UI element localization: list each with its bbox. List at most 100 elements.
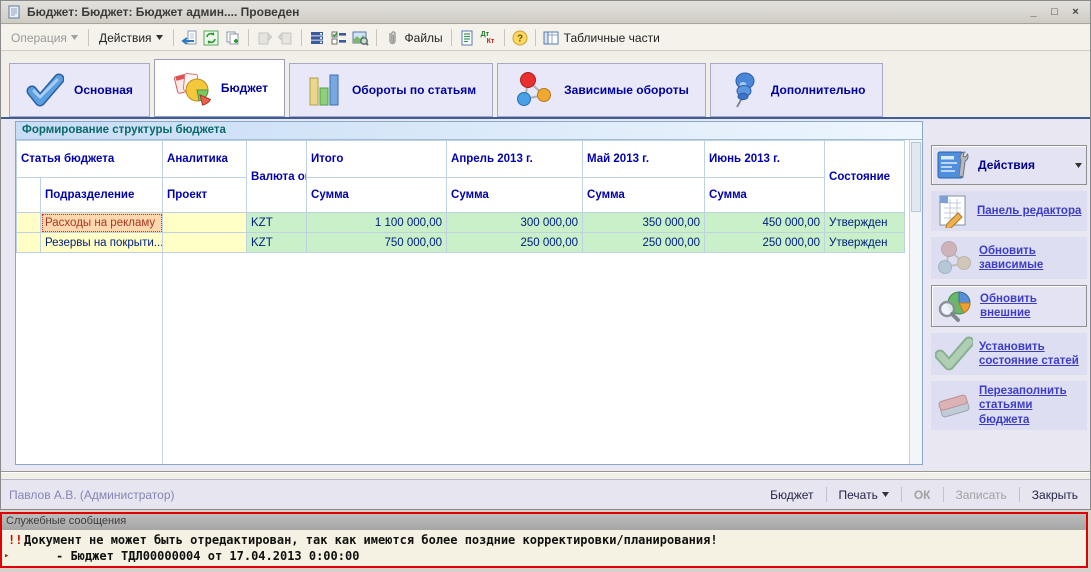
close-form-button[interactable]: Закрыть	[1028, 486, 1082, 504]
message-line[interactable]: ▸ - Бюджет ТДЛ00000004 от 17.04.2013 0:0…	[2, 548, 1086, 564]
paperclip-icon[interactable]	[381, 28, 403, 48]
copy-add-icon[interactable]	[222, 28, 244, 48]
error-marker-icon: !!	[2, 532, 24, 548]
tabular-parts-button[interactable]: Табличные части	[564, 31, 660, 45]
refresh-icon[interactable]	[200, 28, 222, 48]
table-row[interactable]: Резервы на покрыти... KZT 750 000,00 250…	[17, 233, 905, 253]
dt-kt-icon[interactable]: ДтКт	[478, 28, 500, 48]
article-cell[interactable]: Расходы на рекламу	[41, 213, 163, 233]
refresh-external-button[interactable]: Обновить внешние	[931, 285, 1087, 327]
row-expander-cell[interactable]	[17, 213, 41, 233]
document-journal-icon[interactable]	[456, 28, 478, 48]
window-title: Бюджет: Бюджет: Бюджет админ.... Проведе…	[27, 5, 1019, 19]
dropdown-arrow-icon	[1075, 163, 1082, 168]
state-cell[interactable]: Утвержден	[825, 213, 905, 233]
scrollbar-thumb[interactable]	[911, 142, 921, 212]
vertical-scrollbar[interactable]	[909, 140, 922, 464]
column-guide-line	[162, 252, 163, 464]
toolbar: Операция Действия	[1, 25, 1090, 51]
refresh-dependent-button[interactable]: Обновить зависимые	[931, 237, 1087, 279]
reread-icon[interactable]	[178, 28, 200, 48]
actions-icon	[936, 149, 972, 181]
titlebar: Бюджет: Бюджет: Бюджет админ.... Проведе…	[1, 1, 1090, 24]
document-window: Бюджет: Бюджет: Бюджет админ.... Проведе…	[0, 0, 1091, 510]
column-header-department: Подразделение	[41, 178, 163, 213]
files-button[interactable]: Файлы	[405, 31, 443, 45]
actions-button[interactable]: Действия	[931, 145, 1087, 185]
may-cell[interactable]: 350 000,00	[583, 213, 705, 233]
svg-text:?: ?	[517, 33, 523, 44]
separator	[943, 487, 944, 502]
may-cell[interactable]: 250 000,00	[583, 233, 705, 253]
separator	[504, 29, 505, 46]
april-cell[interactable]: 250 000,00	[447, 233, 583, 253]
print-button[interactable]: Печать	[835, 486, 893, 504]
project-cell[interactable]	[163, 233, 247, 253]
article-cell[interactable]: Резервы на покрыти...	[41, 233, 163, 253]
budget-tab-content: Формирование структуры бюджета Статья бю…	[1, 119, 1090, 471]
tabular-parts-icon[interactable]	[540, 28, 562, 48]
column-header-article: Статья бюджета	[17, 141, 163, 178]
column-header-june: Июнь 2013 г.	[705, 141, 825, 178]
unpost-document-icon	[275, 28, 297, 48]
dropdown-arrow-icon	[882, 492, 889, 497]
state-cell[interactable]: Утвержден	[825, 233, 905, 253]
june-cell[interactable]: 250 000,00	[705, 233, 825, 253]
budget-table-panel: Формирование структуры бюджета Статья бю…	[15, 121, 923, 465]
minimize-button[interactable]: _	[1025, 5, 1042, 20]
preview-icon[interactable]	[350, 28, 372, 48]
set-state-button[interactable]: Установить состояние статей	[931, 333, 1087, 375]
separator	[301, 29, 302, 46]
column-header-may: Май 2013 г.	[583, 141, 705, 178]
maximize-button[interactable]: □	[1046, 5, 1063, 20]
total-cell[interactable]: 750 000,00	[307, 233, 447, 253]
april-cell[interactable]: 300 000,00	[447, 213, 583, 233]
molecule-icon	[514, 72, 554, 108]
save-button: Записать	[952, 486, 1011, 504]
currency-cell[interactable]: KZT	[247, 213, 307, 233]
separator	[451, 29, 452, 46]
tab-osnovnaya[interactable]: Основная	[9, 63, 150, 117]
tab-zavisimye-oboroty[interactable]: Зависимые обороты	[497, 63, 706, 117]
separator	[173, 29, 174, 46]
dropdown-arrow-icon	[71, 35, 78, 40]
separator	[1019, 487, 1020, 502]
project-cell[interactable]	[163, 213, 247, 233]
row-expander-cell[interactable]	[17, 233, 41, 253]
column-settings-icon[interactable]	[328, 28, 350, 48]
currency-cell[interactable]: KZT	[247, 233, 307, 253]
refill-button[interactable]: Перезаполнить статьями бюджета	[931, 381, 1087, 430]
group-header: Формирование структуры бюджета	[16, 122, 922, 140]
june-cell[interactable]: 450 000,00	[705, 213, 825, 233]
refresh-dependent-icon	[935, 240, 973, 276]
tab-oboroty-po-statyam[interactable]: Обороты по статьям	[289, 63, 493, 117]
help-icon[interactable]: ?	[509, 28, 531, 48]
column-header-project: Проект	[163, 178, 247, 213]
column-header-april: Апрель 2013 г.	[447, 141, 583, 178]
tab-budget[interactable]: Бюджет	[154, 59, 285, 117]
side-panel: Действия Панель редактора Обновить завис…	[931, 145, 1087, 436]
budget-button[interactable]: Бюджет	[766, 486, 817, 504]
editor-panel-button[interactable]: Панель редактора	[931, 191, 1087, 231]
separator	[376, 29, 377, 46]
tab-strip: Основная Бюджет Обороты по статьям	[1, 51, 1090, 117]
pushpin-icon	[727, 72, 761, 108]
budget-table: Статья бюджета Аналитика Валюта операции…	[16, 140, 905, 253]
editor-panel-icon	[935, 194, 971, 228]
separator	[88, 29, 89, 46]
tab-dopolnitelno[interactable]: Дополнительно	[710, 63, 883, 117]
table-row[interactable]: Расходы на рекламу KZT 1 100 000,00 300 …	[17, 213, 905, 233]
separator	[535, 29, 536, 46]
actions-menu[interactable]: Действия	[93, 29, 169, 47]
close-button[interactable]: ×	[1067, 5, 1084, 20]
total-cell[interactable]: 1 100 000,00	[307, 213, 447, 233]
operation-menu: Операция	[5, 29, 84, 47]
list-settings-icon[interactable]	[306, 28, 328, 48]
column-header-sum-total: Сумма	[307, 178, 447, 213]
message-line[interactable]: !! Документ не может быть отредактирован…	[2, 532, 1086, 548]
separator	[901, 487, 902, 502]
dropdown-arrow-icon	[156, 35, 163, 40]
column-header-sum-april: Сумма	[447, 178, 583, 213]
screen: Бюджет: Бюджет: Бюджет админ.... Проведе…	[0, 0, 1091, 572]
service-messages-panel: Служебные сообщения !! Документ не может…	[0, 512, 1088, 568]
